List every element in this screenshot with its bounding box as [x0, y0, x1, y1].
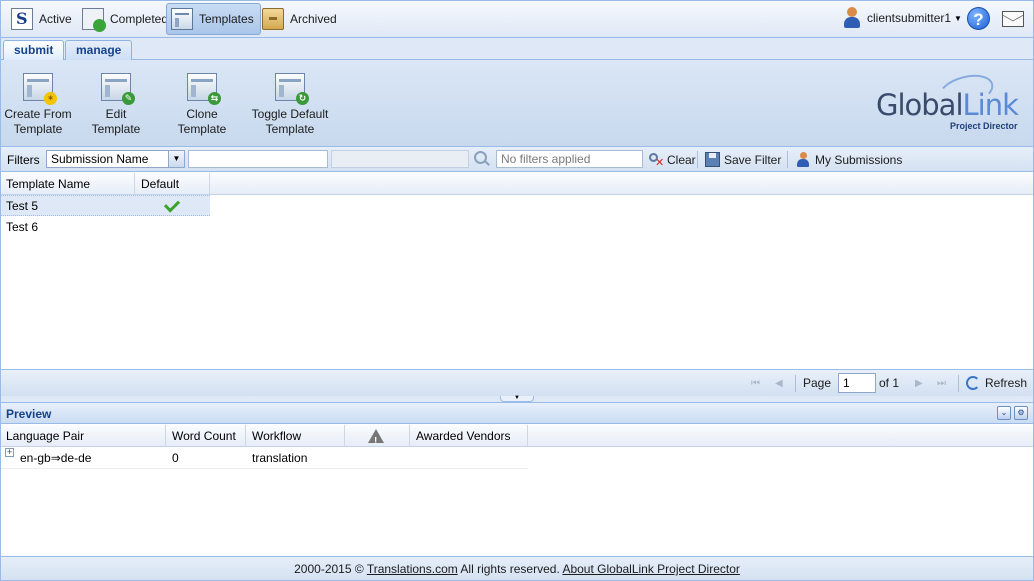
save-icon: [705, 152, 720, 167]
filter-field-select[interactable]: Submission Name ▼: [46, 150, 185, 168]
column-template-name[interactable]: Template Name: [0, 173, 135, 195]
filter-bar: Filters Submission Name ▼ No filters app…: [0, 147, 1034, 172]
template-name-cell: Test 6: [6, 220, 39, 234]
edit-template-icon: ✎: [101, 73, 135, 105]
clone-template-button[interactable]: ⇆ Clone Template: [161, 70, 243, 137]
user-icon: [796, 152, 811, 167]
warning-icon: [368, 429, 384, 453]
page-number-input[interactable]: 1: [838, 373, 876, 393]
preview-title: Preview: [6, 407, 52, 421]
collapse-panel-icon[interactable]: ⌄: [997, 406, 1011, 420]
user-menu[interactable]: clientsubmitter1 ▼: [843, 7, 962, 29]
word-count-cell: 0: [172, 451, 179, 465]
nav-templates[interactable]: Templates: [166, 3, 261, 35]
filter-status-field: No filters applied: [496, 150, 643, 168]
filter-secondary-input: [331, 150, 469, 168]
column-warnings[interactable]: [345, 425, 410, 453]
next-page-icon[interactable]: ▶: [915, 378, 923, 389]
completed-icon: [82, 8, 106, 32]
chevron-down-icon: ▼: [954, 13, 962, 23]
mail-icon[interactable]: [1002, 11, 1024, 27]
clone-template-icon: ⇆: [187, 73, 221, 105]
help-icon[interactable]: ?: [967, 7, 990, 30]
filter-value-input[interactable]: [188, 150, 328, 168]
column-default[interactable]: Default: [135, 173, 210, 195]
clear-filter-button[interactable]: ✕ Clear: [648, 152, 696, 169]
my-submissions-button[interactable]: My Submissions: [796, 152, 902, 167]
page-label: Page: [803, 376, 832, 390]
translations-link[interactable]: Translations.com: [367, 562, 458, 576]
create-from-template-button[interactable]: ✶ Create From Template: [4, 70, 72, 137]
workflow-cell: translation: [252, 451, 308, 465]
create-template-icon: ✶: [23, 73, 57, 105]
tab-manage[interactable]: manage: [65, 40, 133, 60]
column-word-count[interactable]: Word Count: [166, 425, 246, 447]
toggle-default-template-button[interactable]: ↻ Toggle Default Template: [251, 70, 329, 137]
templates-grid-header: Template Name Default: [0, 173, 1034, 195]
archived-icon: [262, 8, 284, 30]
about-link[interactable]: About GlobalLink Project Director: [562, 562, 739, 576]
filters-label: Filters: [7, 153, 40, 167]
language-pair-cell: en-gb⇒de-de: [20, 451, 92, 465]
tab-submit[interactable]: submit: [3, 40, 65, 61]
expand-icon[interactable]: +: [5, 448, 14, 457]
globallink-logo: GlobalLink Project Director: [876, 69, 1019, 131]
toggle-default-icon: ↻: [275, 73, 309, 105]
user-name: clientsubmitter1: [867, 11, 952, 25]
preview-panel-header: Preview ⌄ ⚙: [0, 402, 1034, 424]
clear-filter-icon: ✕: [648, 152, 664, 169]
edit-template-button[interactable]: ✎ Edit Template: [80, 70, 152, 137]
gear-icon[interactable]: ⚙: [1014, 406, 1028, 420]
templates-icon: [171, 8, 193, 30]
tab-strip: submit manage: [0, 38, 1034, 61]
user-avatar-icon: [843, 7, 861, 29]
preview-grid-header: Language Pair Word Count Workflow Awarde…: [0, 425, 1034, 453]
table-row[interactable]: Test 5: [0, 195, 210, 216]
nav-archived[interactable]: Archived: [257, 3, 344, 35]
nav-completed[interactable]: Completed: [77, 3, 175, 35]
pagination-bar: ⏮ ◀ Page 1 of 1 ▶ ⏭ Refresh: [0, 369, 1034, 396]
first-page-icon[interactable]: ⏮: [751, 378, 760, 389]
refresh-button[interactable]: Refresh: [985, 376, 1027, 390]
top-navigation: S Active Completed Templates Archived cl…: [0, 0, 1034, 38]
refresh-icon[interactable]: [966, 376, 980, 390]
toolbar: ✶ Create From Template ✎ Edit Template ⇆…: [0, 60, 1034, 147]
column-awarded-vendors[interactable]: Awarded Vendors: [410, 425, 528, 447]
active-icon: S: [11, 8, 33, 30]
page-count: of 1: [879, 376, 900, 390]
previous-page-icon[interactable]: ◀: [775, 378, 783, 389]
chevron-down-icon[interactable]: ▼: [168, 151, 184, 167]
default-check-icon: [163, 196, 181, 213]
table-row[interactable]: Test 6: [0, 217, 210, 238]
last-page-icon[interactable]: ⏭: [937, 378, 946, 389]
template-name-cell: Test 5: [6, 199, 39, 213]
table-row[interactable]: + en-gb⇒de-de 0 translation: [0, 448, 528, 469]
nav-active[interactable]: S Active: [6, 3, 79, 35]
save-filter-button[interactable]: Save Filter: [705, 152, 781, 167]
column-language-pair[interactable]: Language Pair: [0, 425, 166, 447]
column-workflow[interactable]: Workflow: [246, 425, 345, 447]
footer: 2000-2015 © Translations.com All rights …: [0, 556, 1034, 581]
